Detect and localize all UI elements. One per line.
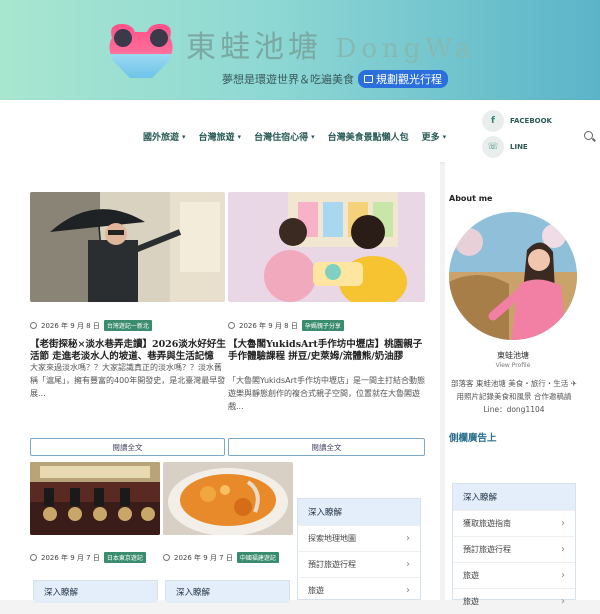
explore-panel: 深入瞭解 探索地理地圖 › 預訂旅遊行程 › 旅遊 › bbox=[297, 498, 421, 600]
category-tag[interactable]: 中國福建遊記 bbox=[236, 552, 279, 563]
explore-panel: 深入瞭解 bbox=[33, 580, 158, 603]
post-photo-tamsui bbox=[30, 192, 225, 302]
post-date: 2026 年 9 月 7 日 bbox=[174, 553, 233, 562]
nav-item-taiwan-travel[interactable]: 台灣旅遊 ▾ bbox=[198, 130, 242, 144]
post-excerpt: 「大魯閣YukidsArt手作坊中壢店」是一間主打結合動態遊樂與靜態創作的複合式… bbox=[228, 376, 426, 411]
chevron-right-icon: › bbox=[561, 570, 565, 581]
site-title-cn: 東蛙池塘 bbox=[186, 30, 322, 65]
chevron-down-icon: ▾ bbox=[442, 132, 447, 141]
plan-trip-label: 規劃觀光行程 bbox=[376, 73, 442, 86]
post-meta: 2026 年 9 月 7 日 日本東京遊記 bbox=[30, 552, 146, 563]
post-excerpt: 大家來過淡水嗎？？大家認識真正的淡水嗎？？淡水舊稱「滬尾」，擁有豐富的400年開… bbox=[30, 363, 226, 398]
search-icon[interactable] bbox=[584, 131, 593, 140]
clock-icon bbox=[228, 322, 235, 329]
explore-panel: 深入瞭解 bbox=[165, 580, 290, 603]
main-nav: 國外旅遊 ▾ 台灣旅遊 ▾ 台灣住宿心得 ▾ 台灣美食景點懶人包 更多 ▾ f … bbox=[0, 100, 600, 162]
chevron-down-icon: ▾ bbox=[237, 132, 242, 141]
read-more-button[interactable]: 閱讀全文 bbox=[30, 438, 225, 456]
chevron-down-icon: ▾ bbox=[311, 132, 315, 141]
profile-description: 部落客 東蛙池塘 美食・旅行・生活 ✈用照片記錄美食和風景 合作邀稿請Line：… bbox=[451, 379, 577, 414]
explore-link-label: 獲取旅遊指南 bbox=[463, 519, 511, 528]
post-photo-yukids bbox=[228, 192, 425, 302]
explore-link-travel[interactable]: 旅遊 › bbox=[453, 588, 575, 614]
profile-name: 東蛙池塘 bbox=[497, 351, 529, 360]
tagline-text: 夢想是環遊世界＆吃遍美食 bbox=[222, 73, 354, 86]
post-title[interactable]: 【大魯閣YukidsArt手作坊中壢店】桃園親子手作體驗課程 拼豆/史萊姆/流體… bbox=[228, 339, 426, 363]
post-meta: 2026 年 9 月 7 日 中國福建遊記 bbox=[163, 552, 279, 563]
line-link[interactable]: ☏ LINE bbox=[482, 136, 528, 158]
post-thumbnail[interactable] bbox=[163, 462, 293, 535]
post-date: 2026 年 9 月 7 日 bbox=[41, 553, 100, 562]
chevron-right-icon: › bbox=[406, 533, 410, 544]
nav-item-label: 國外旅遊 bbox=[143, 133, 180, 143]
explore-link-label: 預訂旅遊行程 bbox=[463, 545, 511, 554]
avatar[interactable] bbox=[449, 212, 577, 340]
post-meta: 2026 年 9 月 8 日 孕媽親子分享 bbox=[228, 320, 344, 331]
category-tag[interactable]: 孕媽親子分享 bbox=[301, 320, 344, 331]
site-header: 東蛙池塘 DongWa 夢想是環遊世界＆吃遍美食 規劃觀光行程 bbox=[0, 0, 600, 100]
site-title[interactable]: 東蛙池塘 DongWa bbox=[186, 22, 475, 66]
nav-item-foreign-travel[interactable]: 國外旅遊 ▾ bbox=[143, 130, 186, 144]
read-more-button[interactable]: 閱讀全文 bbox=[228, 438, 425, 456]
post-date: 2026 年 9 月 8 日 bbox=[41, 321, 100, 330]
facebook-icon: f bbox=[482, 110, 504, 132]
post-photo-drums bbox=[30, 462, 160, 535]
chevron-right-icon: › bbox=[406, 559, 410, 570]
clock-icon bbox=[30, 554, 37, 561]
post-meta: 2026 年 9 月 8 日 台灣遊記一新北 bbox=[30, 320, 152, 331]
explore-link-booking[interactable]: 預訂旅遊行程 › bbox=[298, 551, 420, 577]
chevron-right-icon: › bbox=[406, 585, 410, 596]
post-thumbnail[interactable] bbox=[228, 192, 425, 302]
category-tag[interactable]: 台灣遊記一新北 bbox=[103, 320, 152, 331]
chevron-right-icon: › bbox=[561, 544, 565, 555]
category-tag[interactable]: 日本東京遊記 bbox=[103, 552, 146, 563]
view-profile-link[interactable]: View Profile bbox=[445, 362, 581, 369]
clock-icon bbox=[30, 322, 37, 329]
about-title: About me bbox=[449, 194, 493, 203]
explore-link-label: 旅遊 bbox=[463, 597, 479, 606]
explore-link-travel[interactable]: 旅遊 › bbox=[453, 562, 575, 588]
site-title-en: DongWa bbox=[335, 34, 476, 64]
post-thumbnail[interactable] bbox=[30, 192, 225, 302]
sidebar-explore-panel: 深入瞭解 獲取旅遊指南 › 預訂旅遊行程 › 旅遊 › 旅遊 › bbox=[452, 483, 576, 607]
nav-item-taiwan-lodging[interactable]: 台灣住宿心得 ▾ bbox=[254, 130, 315, 144]
explore-panel-title: 深入瞭解 bbox=[298, 499, 420, 525]
sidebar-ad-title: 側欄廣告上 bbox=[449, 433, 497, 444]
plan-trip-button[interactable]: 規劃觀光行程 bbox=[358, 70, 448, 88]
nav-menu: 國外旅遊 ▾ 台灣旅遊 ▾ 台灣住宿心得 ▾ 台灣美食景點懶人包 更多 ▾ bbox=[143, 130, 447, 144]
nav-item-more[interactable]: 更多 ▾ bbox=[421, 130, 447, 144]
post-date: 2026 年 9 月 8 日 bbox=[239, 321, 298, 330]
explore-link-map[interactable]: 探索地理地圖 › bbox=[298, 525, 420, 551]
line-icon: ☏ bbox=[482, 136, 504, 158]
facebook-label: FACEBOOK bbox=[510, 117, 552, 125]
post-title[interactable]: 【老街探秘×淡水巷弄走讀】2026淡水好好生活節 走進老淡水人的坡道、巷弄與生活… bbox=[30, 339, 226, 363]
chevron-right-icon: › bbox=[561, 596, 565, 607]
explore-panel-title: 深入瞭解 bbox=[453, 484, 575, 510]
explore-link-label: 旅遊 bbox=[308, 586, 324, 595]
explore-link-booking[interactable]: 預訂旅遊行程 › bbox=[453, 536, 575, 562]
explore-link-label: 旅遊 bbox=[463, 571, 479, 580]
nav-item-label: 台灣旅遊 bbox=[198, 133, 235, 143]
clock-icon bbox=[163, 554, 170, 561]
nav-item-food-guides[interactable]: 台灣美食景點懶人包 bbox=[328, 130, 409, 143]
nav-item-label: 台灣住宿心得 bbox=[254, 133, 309, 143]
nav-item-label: 台灣美食景點懶人包 bbox=[327, 133, 409, 143]
tagline: 夢想是環遊世界＆吃遍美食 規劃觀光行程 bbox=[222, 70, 448, 88]
explore-link-travel[interactable]: 旅遊 › bbox=[298, 577, 420, 603]
chevron-down-icon: ▾ bbox=[182, 132, 186, 141]
calendar-icon bbox=[364, 75, 373, 83]
explore-link-guide[interactable]: 獲取旅遊指南 › bbox=[453, 510, 575, 536]
chevron-right-icon: › bbox=[561, 518, 565, 529]
explore-link-label: 探索地理地圖 bbox=[308, 534, 356, 543]
post-photo-noodles bbox=[163, 462, 293, 535]
line-label: LINE bbox=[510, 143, 528, 151]
facebook-link[interactable]: f FACEBOOK bbox=[482, 110, 552, 132]
nav-item-label: 更多 bbox=[421, 133, 440, 143]
post-thumbnail[interactable] bbox=[30, 462, 160, 535]
frog-logo-icon[interactable] bbox=[102, 18, 180, 82]
profile-photo bbox=[449, 212, 577, 340]
explore-link-label: 預訂旅遊行程 bbox=[308, 560, 356, 569]
